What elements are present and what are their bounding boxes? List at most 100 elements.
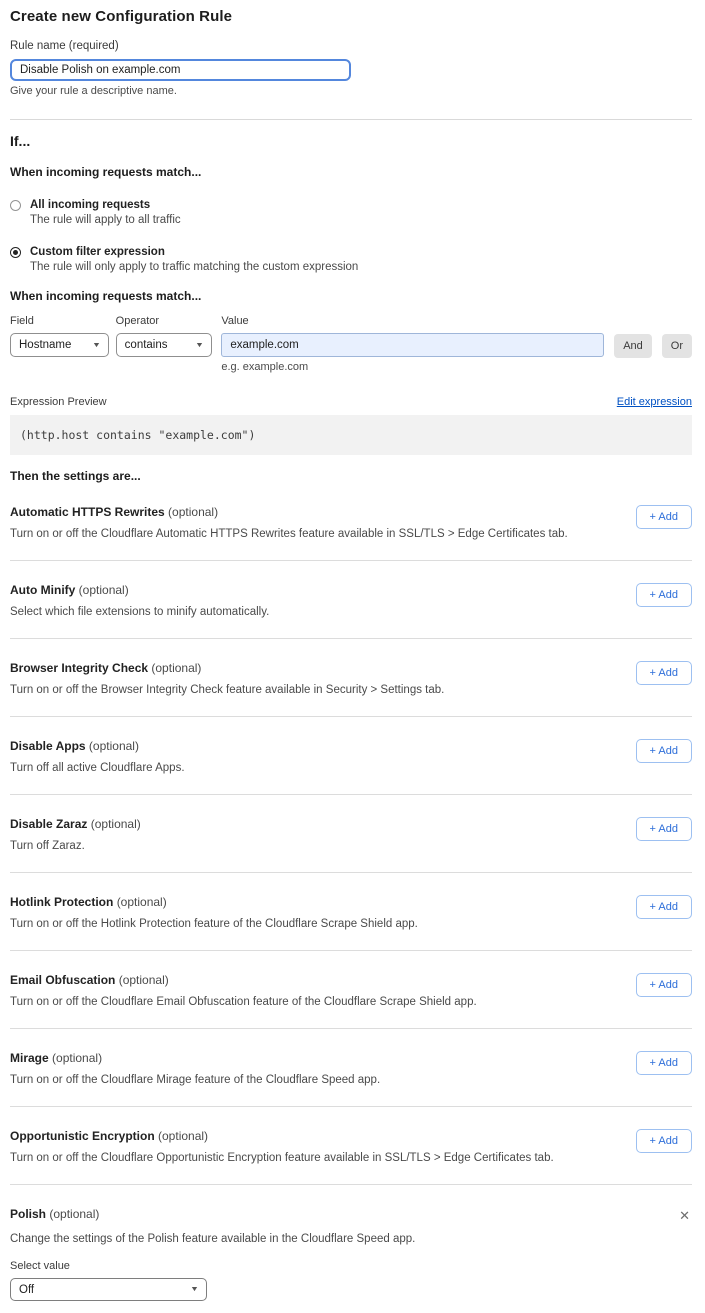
add-button[interactable]: + Add [636, 817, 692, 841]
radio-option-texts: Custom filter expression The rule will o… [30, 246, 358, 273]
operator-select[interactable]: contains ▼ [116, 333, 213, 357]
setting-optional-tag: (optional) [119, 973, 169, 987]
setting-name: Hotlink Protection [10, 895, 113, 909]
setting-optional-tag: (optional) [79, 583, 129, 597]
setting-title: Disable Apps (optional) [10, 739, 185, 753]
add-button[interactable]: + Add [636, 1051, 692, 1075]
setting-description: Turn off all active Cloudflare Apps. [10, 762, 185, 774]
field-label: Field [10, 315, 109, 327]
add-button[interactable]: + Add [636, 661, 692, 685]
setting-title: Opportunistic Encryption (optional) [10, 1129, 554, 1143]
setting-row-polish: Polish (optional) ✕ Change the settings … [10, 1185, 692, 1301]
radio-option-label: Custom filter expression [30, 246, 358, 258]
setting-row-disable-apps: Disable Apps (optional) Turn off all act… [10, 717, 692, 795]
setting-row-email-obfuscation: Email Obfuscation (optional) Turn on or … [10, 951, 692, 1029]
add-button[interactable]: + Add [636, 973, 692, 997]
value-input[interactable] [221, 333, 604, 357]
setting-row-browser-integrity-check: Browser Integrity Check (optional) Turn … [10, 639, 692, 717]
configuration-rule-form: Create new Configuration Rule Rule name … [0, 0, 705, 1313]
operator-select-value: contains [125, 339, 168, 351]
field-select[interactable]: Hostname ▼ [10, 333, 109, 357]
radio-option-description: The rule will apply to all traffic [30, 214, 181, 226]
expression-preview-code: (http.host contains "example.com") [10, 415, 692, 455]
rule-name-input[interactable] [10, 59, 351, 81]
setting-name: Auto Minify [10, 583, 75, 597]
setting-title: Mirage (optional) [10, 1051, 380, 1065]
field-select-value: Hostname [19, 339, 71, 351]
setting-name: Opportunistic Encryption [10, 1129, 155, 1143]
setting-description: Select which file extensions to minify a… [10, 606, 269, 618]
setting-row-automatic-https-rewrites: Automatic HTTPS Rewrites (optional) Turn… [10, 483, 692, 561]
setting-texts: Auto Minify (optional) Select which file… [10, 583, 269, 618]
expression-preview-label: Expression Preview [10, 396, 107, 408]
add-button[interactable]: + Add [636, 895, 692, 919]
setting-row-mirage: Mirage (optional) Turn on or off the Clo… [10, 1029, 692, 1107]
radio-option-label: All incoming requests [30, 199, 181, 211]
setting-optional-tag: (optional) [151, 661, 201, 675]
section-divider [10, 119, 692, 120]
setting-description: Turn on or off the Browser Integrity Che… [10, 684, 444, 696]
edit-expression-link[interactable]: Edit expression [617, 396, 692, 408]
setting-optional-tag: (optional) [91, 817, 141, 831]
setting-description: Turn on or off the Cloudflare Mirage fea… [10, 1074, 380, 1086]
setting-title: Hotlink Protection (optional) [10, 895, 418, 909]
select-value-label: Select value [10, 1260, 692, 1272]
then-settings-heading: Then the settings are... [10, 469, 692, 483]
caret-down-icon: ▼ [190, 1286, 199, 1293]
rule-name-label: Rule name (required) [10, 40, 692, 52]
setting-optional-tag: (optional) [49, 1207, 99, 1221]
setting-texts: Disable Zaraz (optional) Turn off Zaraz. [10, 817, 141, 852]
setting-optional-tag: (optional) [52, 1051, 102, 1065]
setting-title: Auto Minify (optional) [10, 583, 269, 597]
setting-row-hotlink-protection: Hotlink Protection (optional) Turn on or… [10, 873, 692, 951]
radio-selected-icon[interactable] [10, 247, 21, 258]
expression-builder-row: Field Hostname ▼ Operator contains ▼ Val… [10, 315, 692, 373]
close-icon[interactable]: ✕ [677, 1207, 692, 1224]
setting-texts: Email Obfuscation (optional) Turn on or … [10, 973, 477, 1008]
operator-label: Operator [116, 315, 213, 327]
setting-name: Mirage [10, 1051, 49, 1065]
setting-name: Disable Zaraz [10, 817, 87, 831]
setting-row-auto-minify: Auto Minify (optional) Select which file… [10, 561, 692, 639]
setting-optional-tag: (optional) [117, 895, 167, 909]
page-title: Create new Configuration Rule [10, 8, 692, 25]
setting-title: Browser Integrity Check (optional) [10, 661, 444, 675]
value-label: Value [221, 315, 604, 327]
setting-texts: Mirage (optional) Turn on or off the Clo… [10, 1051, 380, 1086]
setting-texts: Browser Integrity Check (optional) Turn … [10, 661, 444, 696]
caret-down-icon: ▼ [92, 342, 101, 349]
polish-select-value: Off [19, 1284, 34, 1296]
or-button[interactable]: Or [662, 334, 692, 358]
if-heading: If... [10, 133, 692, 149]
setting-optional-tag: (optional) [168, 505, 218, 519]
add-button[interactable]: + Add [636, 583, 692, 607]
polish-value-select[interactable]: Off ▼ [10, 1278, 207, 1301]
setting-name: Polish [10, 1207, 46, 1221]
expression-builder-heading: When incoming requests match... [10, 289, 692, 303]
radio-option-all-incoming-requests[interactable]: All incoming requests The rule will appl… [10, 199, 692, 226]
setting-texts: Disable Apps (optional) Turn off all act… [10, 739, 185, 774]
setting-description: Turn on or off the Cloudflare Opportunis… [10, 1152, 554, 1164]
setting-title: Automatic HTTPS Rewrites (optional) [10, 505, 568, 519]
add-button[interactable]: + Add [636, 739, 692, 763]
radio-option-description: The rule will only apply to traffic matc… [30, 261, 358, 273]
radio-option-custom-filter-expression[interactable]: Custom filter expression The rule will o… [10, 246, 692, 273]
setting-texts: Opportunistic Encryption (optional) Turn… [10, 1129, 554, 1164]
add-button[interactable]: + Add [636, 1129, 692, 1153]
and-button[interactable]: And [614, 334, 652, 358]
setting-texts: Hotlink Protection (optional) Turn on or… [10, 895, 418, 930]
setting-name: Email Obfuscation [10, 973, 115, 987]
polish-header: Polish (optional) ✕ [10, 1207, 692, 1224]
setting-texts: Automatic HTTPS Rewrites (optional) Turn… [10, 505, 568, 540]
caret-down-icon: ▼ [195, 342, 204, 349]
setting-title: Email Obfuscation (optional) [10, 973, 477, 987]
operator-column: Operator contains ▼ [116, 315, 213, 357]
setting-description: Turn on or off the Cloudflare Email Obfu… [10, 996, 477, 1008]
setting-description: Turn on or off the Cloudflare Automatic … [10, 528, 568, 540]
radio-option-texts: All incoming requests The rule will appl… [30, 199, 181, 226]
setting-description: Turn off Zaraz. [10, 840, 141, 852]
setting-row-disable-zaraz: Disable Zaraz (optional) Turn off Zaraz.… [10, 795, 692, 873]
radio-unselected-icon[interactable] [10, 200, 21, 211]
add-button[interactable]: + Add [636, 505, 692, 529]
setting-title: Polish (optional) [10, 1207, 99, 1221]
